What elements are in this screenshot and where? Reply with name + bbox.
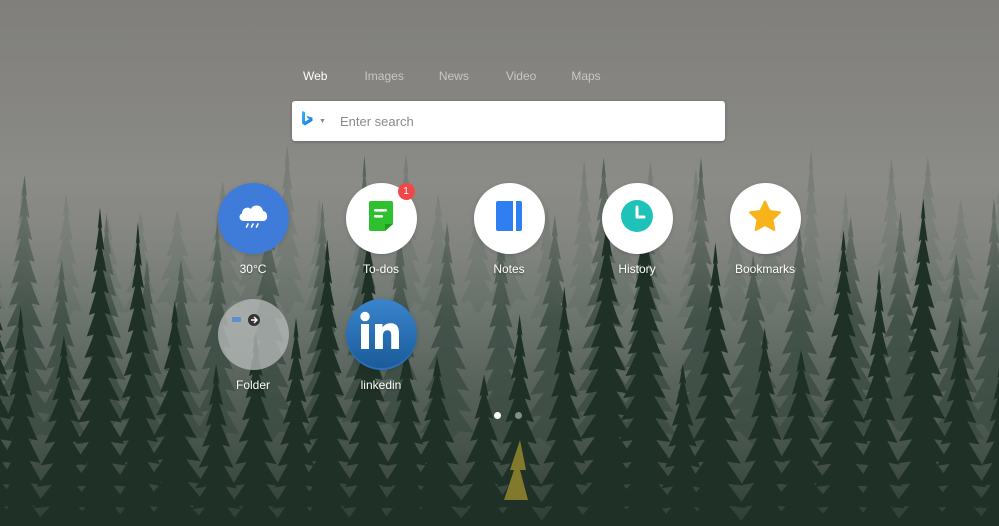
bookmarks-tile-circle bbox=[729, 183, 801, 254]
tab-maps[interactable]: Maps bbox=[571, 69, 600, 83]
tile-label: History bbox=[618, 262, 656, 276]
tile-notes[interactable]: Notes bbox=[454, 183, 564, 276]
linkedin-icon bbox=[345, 299, 417, 370]
tab-images[interactable]: Images bbox=[364, 69, 403, 83]
tile-label: 30°C bbox=[239, 262, 267, 276]
folder-icon bbox=[231, 313, 262, 332]
tile-label: Folder bbox=[235, 378, 270, 392]
chevron-down-icon: ▼ bbox=[319, 117, 326, 125]
tile-linkedin[interactable]: linkedin bbox=[326, 299, 436, 392]
weather-cloud-rain-icon bbox=[235, 201, 271, 236]
star-icon bbox=[748, 200, 782, 237]
tab-video[interactable]: Video bbox=[506, 69, 536, 83]
notebook-icon bbox=[495, 200, 523, 237]
tile-label: Bookmarks bbox=[734, 262, 796, 276]
folder-tile-circle bbox=[217, 299, 289, 370]
clock-icon bbox=[620, 199, 654, 238]
tile-label: To-dos bbox=[362, 262, 400, 276]
search-engine-selector[interactable]: ▼ bbox=[302, 111, 340, 131]
tile-todos[interactable]: 1 To-dos bbox=[326, 183, 436, 276]
search-bar: ▼ bbox=[292, 101, 725, 141]
todos-tile-circle: 1 bbox=[345, 183, 417, 254]
tab-news[interactable]: News bbox=[439, 69, 469, 83]
tile-folder[interactable]: Folder bbox=[198, 299, 308, 392]
tile-weather[interactable]: 30°C bbox=[198, 183, 308, 276]
tile-label: Notes bbox=[493, 262, 525, 276]
notification-badge: 1 bbox=[397, 183, 415, 200]
search-type-tabs: Web Images News Video Maps bbox=[291, 69, 727, 83]
tile-bookmarks[interactable]: Bookmarks bbox=[710, 183, 820, 276]
search-input[interactable] bbox=[340, 113, 725, 129]
tile-history[interactable]: History bbox=[582, 183, 692, 276]
notes-tile-circle bbox=[473, 183, 545, 254]
tab-web[interactable]: Web bbox=[303, 69, 327, 83]
page-indicator bbox=[494, 412, 522, 419]
bing-icon bbox=[302, 111, 313, 131]
weather-tile-circle bbox=[217, 183, 289, 254]
todo-note-icon bbox=[367, 200, 395, 237]
tile-label: linkedin bbox=[360, 378, 402, 392]
linkedin-tile-circle bbox=[345, 299, 417, 370]
history-tile-circle bbox=[601, 183, 673, 254]
page-dot-2[interactable] bbox=[515, 412, 522, 419]
page-dot-1[interactable] bbox=[494, 412, 501, 419]
